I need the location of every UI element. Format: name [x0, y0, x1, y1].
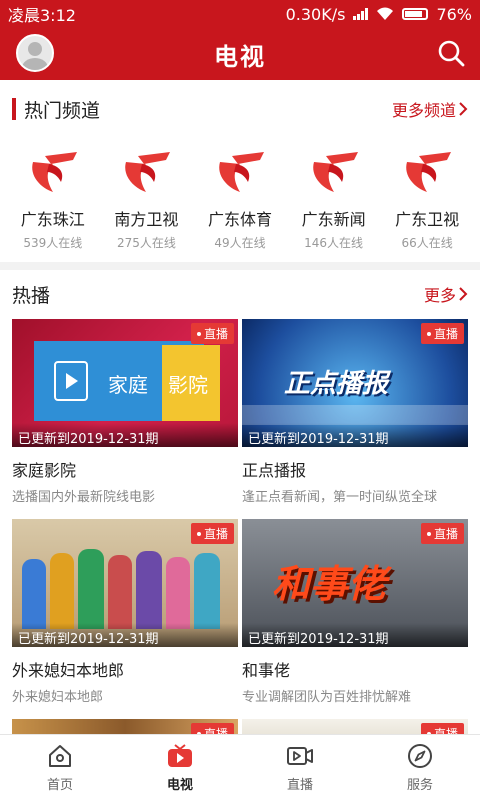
- hot-channels-panel: 热门频道 更多频道 广东珠江 539人在线 南方卫视 275人在线 广东体育 4…: [0, 80, 480, 262]
- tab-live[interactable]: 直播: [240, 735, 360, 800]
- live-badge: 直播: [190, 523, 234, 544]
- home-icon: [49, 745, 71, 767]
- update-info: 已更新到2019-12-31期: [242, 623, 468, 647]
- program-grid: 家庭 影院 直播 已更新到2019-12-31期 家庭影院 选播国内外最新院线电…: [12, 319, 468, 747]
- channel-name: 南方卫视: [114, 210, 179, 229]
- channel-viewers: 275人在线: [116, 236, 176, 250]
- tv-icon: [168, 744, 192, 767]
- channel-viewers: 146人在线: [304, 236, 364, 250]
- channel-item[interactable]: 广东新闻 146人在线: [288, 138, 380, 251]
- tab-label: 首页: [46, 778, 73, 793]
- channel-name: 广东新闻: [301, 210, 366, 229]
- battery-level: 76%: [436, 4, 472, 24]
- tab-label: 电视: [166, 778, 193, 793]
- live-badge: 直播: [420, 523, 464, 544]
- thumbnail-caption: 影院: [168, 373, 208, 397]
- tab-label: 服务: [406, 778, 433, 793]
- network-speed: 0.30K/s: [285, 4, 346, 24]
- program-description: 逢正点看新闻，第一时间纵览全球: [242, 490, 438, 505]
- channel-logo-icon: [312, 152, 358, 192]
- more-channels-link[interactable]: 更多频道: [392, 97, 468, 121]
- program-card[interactable]: 直播 已更新到2019-12-31期 外来媳妇本地郎 外来媳妇本地郎: [12, 519, 238, 705]
- channel-list: 广东珠江 539人在线 南方卫视 275人在线 广东体育 49人在线 广东新闻 …: [0, 138, 480, 251]
- channel-logo-icon: [125, 152, 171, 192]
- tab-label: 直播: [286, 778, 313, 793]
- more-channels-label: 更多频道: [391, 101, 456, 120]
- more-programs-label: 更多: [423, 286, 456, 305]
- program-description: 选播国内外最新院线电影: [12, 490, 156, 505]
- channel-logo-icon: [32, 152, 77, 192]
- chevron-right-icon: [459, 102, 468, 116]
- update-info: 已更新到2019-12-31期: [242, 423, 468, 447]
- update-info: 已更新到2019-12-31期: [12, 623, 238, 647]
- wifi-icon: [377, 7, 394, 20]
- program-card[interactable]: 和事佬 直播 已更新到2019-12-31期 和事佬 专业调解团队为百姓排忧解难: [242, 519, 468, 705]
- thumbnail-caption: 家庭: [108, 373, 148, 397]
- program-description: 外来媳妇本地郎: [12, 690, 104, 705]
- status-indicators: 0.30K/s 76%: [286, 5, 472, 24]
- hot-programs-header: 热播 更多: [0, 270, 480, 318]
- channel-item[interactable]: 广东体育 49人在线: [194, 138, 286, 251]
- hot-channels-title: 热门频道: [24, 99, 101, 122]
- page-title: 电视: [214, 42, 266, 71]
- signal-icon: [353, 8, 369, 20]
- bottom-tab-bar: 首页 电视 直播 服务: [0, 734, 480, 800]
- status-bar: 凌晨3:12 0.30K/s 76%: [0, 0, 480, 28]
- channel-viewers: 539人在线: [23, 236, 83, 250]
- program-thumbnail: 和事佬 直播 已更新到2019-12-31期: [242, 519, 468, 647]
- program-thumbnail: 正点播报 直播 已更新到2019-12-31期: [242, 319, 468, 447]
- status-time: 凌晨3:12: [8, 6, 76, 25]
- play-icon: [54, 361, 88, 401]
- program-title: 和事佬: [242, 661, 291, 680]
- tab-tv[interactable]: 电视: [120, 735, 240, 800]
- thumbnail-caption: 正点播报: [284, 369, 389, 399]
- program-title: 外来媳妇本地郎: [12, 661, 125, 680]
- channel-item[interactable]: 广东珠江 539人在线: [7, 138, 99, 251]
- channel-viewers: 49人在线: [214, 236, 266, 250]
- hot-programs-title: 热播: [12, 284, 51, 307]
- channel-item[interactable]: 南方卫视 275人在线: [100, 138, 192, 251]
- tab-home[interactable]: 首页: [0, 735, 120, 800]
- chevron-right-icon: [459, 287, 468, 301]
- program-title: 家庭影院: [12, 461, 77, 480]
- more-programs-link[interactable]: 更多: [424, 282, 468, 306]
- thumbnail-caption: 和事佬: [272, 562, 387, 606]
- program-card[interactable]: 家庭 影院 直播 已更新到2019-12-31期 家庭影院 选播国内外最新院线电…: [12, 319, 238, 505]
- section-accent: [12, 98, 16, 120]
- tab-service[interactable]: 服务: [360, 735, 480, 800]
- channel-item[interactable]: 广东卫视 66人在线: [381, 138, 473, 251]
- compass-icon: [408, 744, 432, 768]
- app-bar: 电视: [0, 28, 480, 80]
- search-icon[interactable]: [436, 38, 466, 68]
- program-card[interactable]: 正点播报 直播 已更新到2019-12-31期 正点播报 逢正点看新闻，第一时间…: [242, 319, 468, 505]
- program-description: 专业调解团队为百姓排忧解难: [242, 690, 412, 705]
- channel-logo-icon: [219, 152, 264, 192]
- channel-name: 广东卫视: [395, 210, 460, 229]
- program-title: 正点播报: [242, 461, 307, 480]
- battery-icon: [402, 8, 429, 20]
- program-thumbnail: 直播 已更新到2019-12-31期: [12, 519, 238, 647]
- hot-channels-header: 热门频道 更多频道: [0, 80, 480, 138]
- program-thumbnail: 家庭 影院 直播 已更新到2019-12-31期: [12, 319, 238, 447]
- update-info: 已更新到2019-12-31期: [12, 423, 238, 447]
- channel-viewers: 66人在线: [401, 236, 453, 250]
- channel-logo-icon: [406, 152, 452, 192]
- avatar[interactable]: [16, 34, 54, 72]
- live-badge: 直播: [420, 323, 464, 344]
- live-video-icon: [287, 747, 313, 765]
- channel-name: 广东体育: [207, 210, 272, 229]
- channel-name: 广东珠江: [20, 210, 85, 229]
- live-badge: 直播: [190, 323, 234, 344]
